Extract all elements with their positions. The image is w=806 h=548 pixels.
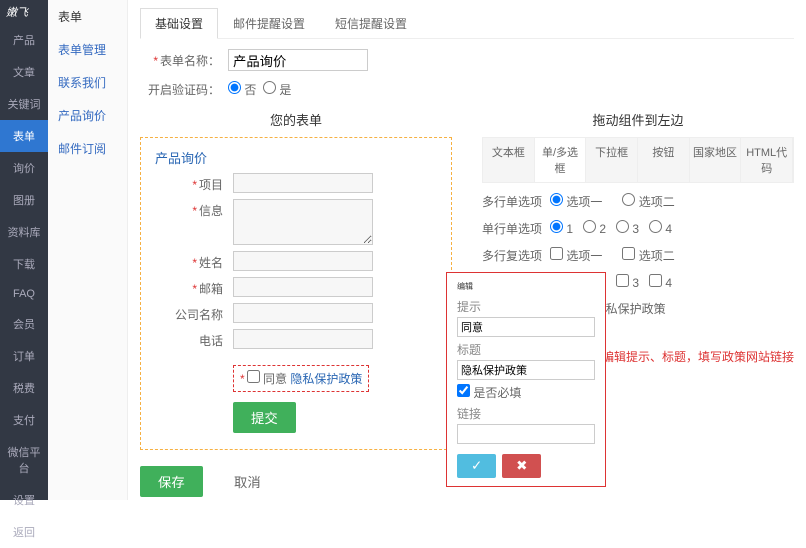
popup-cancel-button[interactable]: ✖ xyxy=(502,454,541,478)
rail-item-0[interactable]: 产品 xyxy=(0,24,48,56)
tabs: 基础设置邮件提醒设置短信提醒设置 xyxy=(140,8,794,39)
in-phone[interactable] xyxy=(233,329,373,349)
rail-item-11[interactable]: 税费 xyxy=(0,372,48,404)
in-company[interactable] xyxy=(233,303,373,323)
subnav-item-2[interactable]: 产品询价 xyxy=(48,99,127,132)
lab-email: 邮箱 xyxy=(155,277,223,297)
rail-item-10[interactable]: 订单 xyxy=(0,340,48,372)
annotation-note: 编辑提示、标题，填写政策网站链接 xyxy=(602,348,794,365)
popup-hint-label: 提示 xyxy=(457,298,595,315)
form-name-label: 表单名称： xyxy=(140,52,220,69)
save-button[interactable]: 保存 xyxy=(140,466,203,497)
lab-item: 项目 xyxy=(155,173,223,193)
single-radio-3[interactable]: 3 xyxy=(616,220,639,236)
lab-info: 信息 xyxy=(155,199,223,219)
popup-titlefield-input[interactable] xyxy=(457,360,595,380)
tab-1[interactable]: 邮件提醒设置 xyxy=(218,8,320,38)
tab-2[interactable]: 短信提醒设置 xyxy=(320,8,422,38)
rail-item-9[interactable]: 会员 xyxy=(0,308,48,340)
cancel-button[interactable]: 取消 xyxy=(216,466,279,497)
multi-check-label: 多行复选项 xyxy=(482,247,542,264)
single-radio-2[interactable]: 2 xyxy=(583,220,606,236)
in-email[interactable] xyxy=(233,277,373,297)
form-title: 产品询价 xyxy=(155,148,437,167)
component-tab-5[interactable]: HTML代码 xyxy=(741,138,793,182)
component-tab-2[interactable]: 下拉框 xyxy=(586,138,638,182)
rail-item-1[interactable]: 文章 xyxy=(0,56,48,88)
popup-link-label: 链接 xyxy=(457,405,595,422)
tab-0[interactable]: 基础设置 xyxy=(140,8,218,39)
popup-title: 编辑 xyxy=(457,281,595,292)
rail-item-13[interactable]: 微信平台 xyxy=(0,436,48,484)
subnav-item-3[interactable]: 邮件订阅 xyxy=(48,132,127,165)
captcha-no[interactable]: 否 xyxy=(228,81,256,98)
in-name[interactable] xyxy=(233,251,373,271)
component-tab-0[interactable]: 文本框 xyxy=(483,138,535,182)
lab-phone: 电话 xyxy=(155,329,223,349)
multi-radio-label: 多行单选项 xyxy=(482,193,542,210)
opt-check-1[interactable]: 选项一 xyxy=(550,247,602,264)
rail-item-4[interactable]: 询价 xyxy=(0,152,48,184)
in-info[interactable] xyxy=(233,199,373,245)
popup-titlefield-label: 标题 xyxy=(457,341,595,358)
rail-item-14[interactable]: 设置 xyxy=(0,484,48,516)
opt-radio-1[interactable]: 选项一 xyxy=(550,193,602,210)
agree-block[interactable]: 同意 隐私保护政策 xyxy=(233,365,369,392)
check-num-3[interactable]: 3 xyxy=(616,274,639,290)
palette-heading: 拖动组件到左边 xyxy=(482,110,794,129)
popup-required[interactable]: 是否必填 xyxy=(457,384,595,401)
rail-item-8[interactable]: FAQ xyxy=(0,280,48,308)
popup-hint-input[interactable] xyxy=(457,317,595,337)
agree-checkbox[interactable] xyxy=(247,370,260,383)
lab-name: 姓名 xyxy=(155,251,223,271)
left-rail: 嫩飞 产品文章关键词表单询价图册资料库下载FAQ会员订单税费支付微信平台设置 返… xyxy=(0,0,48,500)
opt-radio-2[interactable]: 选项二 xyxy=(622,193,674,210)
form-heading: 您的表单 xyxy=(140,110,452,129)
component-tab-4[interactable]: 国家地区 xyxy=(690,138,742,182)
opt-check-2[interactable]: 选项二 xyxy=(622,247,674,264)
captcha-yes[interactable]: 是 xyxy=(263,81,291,98)
main: 基础设置邮件提醒设置短信提醒设置 表单名称： 开启验证码： 否 是 您的表单 产… xyxy=(128,0,806,500)
captcha-label: 开启验证码： xyxy=(140,81,220,98)
rail-back[interactable]: 返回 xyxy=(0,516,48,548)
edit-popup: 编辑 提示 标题 是否必填 链接 ✓ ✖ xyxy=(446,272,606,487)
single-radio-4[interactable]: 4 xyxy=(649,220,672,236)
popup-link-input[interactable] xyxy=(457,424,595,444)
check-num-4[interactable]: 4 xyxy=(649,274,672,290)
rail-item-6[interactable]: 资料库 xyxy=(0,216,48,248)
component-tab-3[interactable]: 按钮 xyxy=(638,138,690,182)
form-preview: 产品询价 项目 信息 姓名 邮箱 公司名称 电话 同意 隐私保护政策 提交 xyxy=(140,137,452,450)
in-item[interactable] xyxy=(233,173,373,193)
rail-item-5[interactable]: 图册 xyxy=(0,184,48,216)
component-tab-1[interactable]: 单/多选框 xyxy=(535,138,587,182)
submit-button[interactable]: 提交 xyxy=(233,402,296,433)
popup-ok-button[interactable]: ✓ xyxy=(457,454,496,478)
single-radio-1[interactable]: 1 xyxy=(550,220,573,236)
subnav-item-0[interactable]: 表单管理 xyxy=(48,33,127,66)
rail-item-7[interactable]: 下载 xyxy=(0,248,48,280)
rail-item-12[interactable]: 支付 xyxy=(0,404,48,436)
lab-company: 公司名称 xyxy=(155,303,223,323)
form-name-input[interactable] xyxy=(228,49,368,71)
subnav: 表单 表单管理联系我们产品询价邮件订阅 xyxy=(48,0,128,500)
rail-item-2[interactable]: 关键词 xyxy=(0,88,48,120)
single-radio-label: 单行单选项 xyxy=(482,220,542,237)
subnav-title: 表单 xyxy=(48,0,127,33)
subnav-item-1[interactable]: 联系我们 xyxy=(48,66,127,99)
component-type-tabs: 文本框单/多选框下拉框按钮国家地区HTML代码 xyxy=(482,137,794,183)
logo: 嫩飞 xyxy=(0,0,48,24)
rail-item-3[interactable]: 表单 xyxy=(0,120,48,152)
